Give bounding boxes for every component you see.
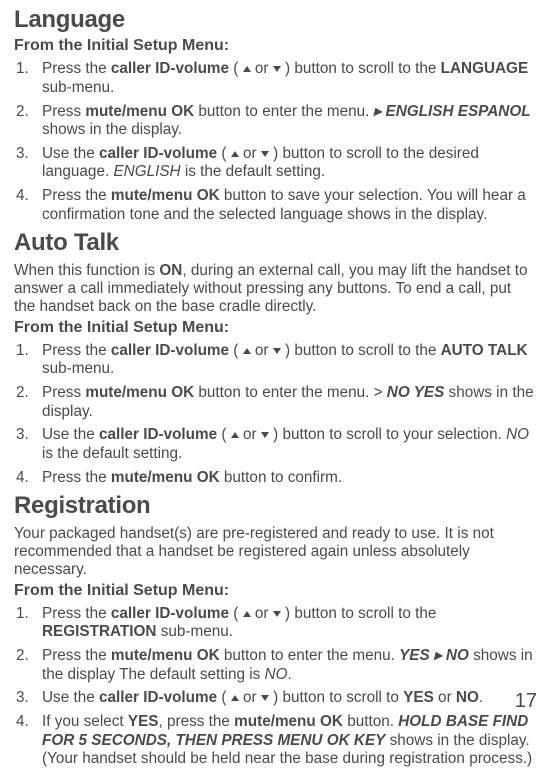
autotalk-steps: Press the caller ID-volume ( or ) button…: [14, 342, 535, 488]
section-heading-registration: Registration: [14, 492, 535, 520]
arrow-down-icon: [261, 151, 269, 157]
list-item: If you select YES, press the mute/menu O…: [14, 713, 535, 769]
arrow-down-icon: [273, 66, 281, 72]
subheading: From the Initial Setup Menu:: [14, 319, 535, 338]
arrow-down-icon: [261, 695, 269, 701]
list-item: Press the caller ID-volume ( or ) button…: [14, 605, 535, 642]
autotalk-intro: When this function is ON, during an exte…: [14, 262, 535, 316]
arrow-up-icon: [231, 695, 239, 701]
subheading: From the Initial Setup Menu:: [14, 582, 535, 601]
arrow-down-icon: [273, 611, 281, 617]
section-heading-language: Language: [14, 6, 535, 34]
list-item: Press the mute/menu OK button to confirm…: [14, 469, 535, 488]
arrow-up-icon: [243, 611, 251, 617]
list-item: Press the caller ID-volume ( or ) button…: [14, 342, 535, 379]
section-heading-autotalk: Auto Talk: [14, 229, 535, 257]
registration-intro: Your packaged handset(s) are pre-registe…: [14, 525, 535, 579]
list-item: Press the caller ID-volume ( or ) button…: [14, 60, 535, 97]
list-item: Press the mute/menu OK button to enter t…: [14, 647, 535, 684]
registration-steps: Press the caller ID-volume ( or ) button…: [14, 605, 535, 769]
arrow-up-icon: [231, 432, 239, 438]
language-steps: Press the caller ID-volume ( or ) button…: [14, 60, 535, 224]
list-item: Use the caller ID-volume ( or ) button t…: [14, 145, 535, 182]
page-number: 17: [515, 690, 537, 714]
list-item: Press mute/menu OK button to enter the m…: [14, 384, 535, 421]
arrow-down-icon: [273, 348, 281, 354]
list-item: Use the caller ID-volume ( or ) button t…: [14, 426, 535, 463]
arrow-up-icon: [243, 348, 251, 354]
list-item: Press the mute/menu OK button to save yo…: [14, 187, 535, 224]
arrow-up-icon: [243, 66, 251, 72]
arrow-up-icon: [231, 151, 239, 157]
list-item: Press mute/menu OK button to enter the m…: [14, 103, 535, 140]
arrow-down-icon: [261, 432, 269, 438]
subheading: From the Initial Setup Menu:: [14, 37, 535, 56]
list-item: Use the caller ID-volume ( or ) button t…: [14, 689, 535, 708]
